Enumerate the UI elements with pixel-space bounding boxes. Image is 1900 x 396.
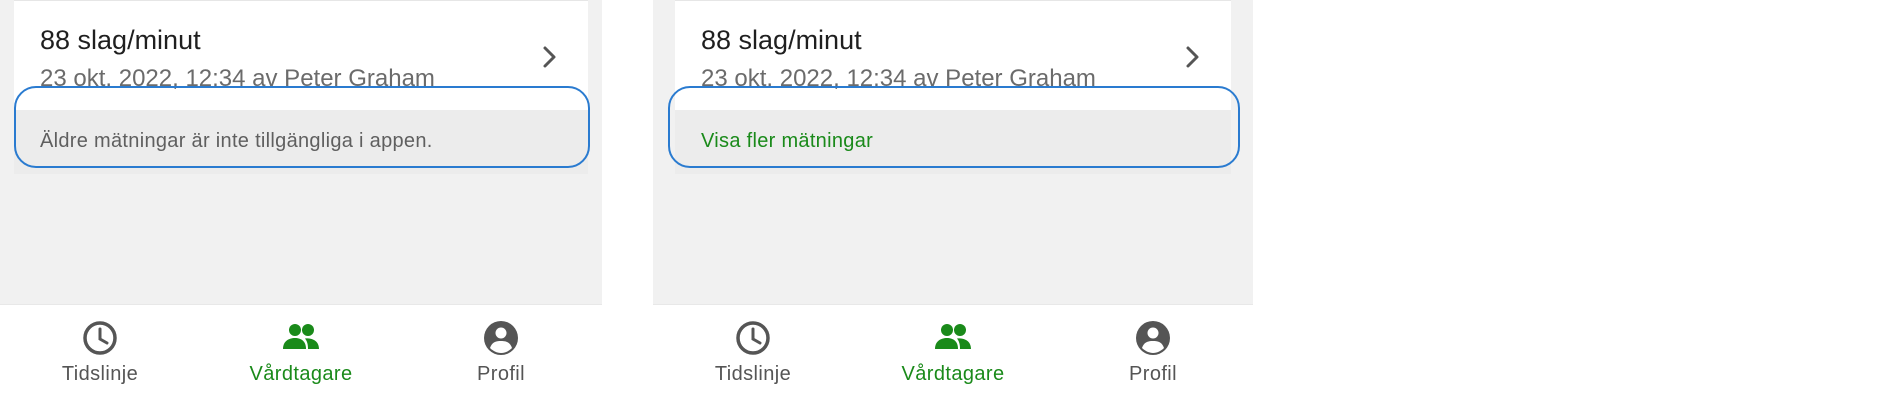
clock-icon — [83, 321, 117, 355]
account-circle-icon — [484, 321, 518, 355]
nav-item-timeline[interactable]: Tidslinje — [653, 319, 853, 386]
comparison-canvas: 88 slag/minut 23 okt. 2022, 12:34 av Pet… — [0, 0, 1900, 396]
people-icon — [935, 324, 971, 349]
bottom-navigation: Tidslinje Vårdtagare Profil — [653, 304, 1253, 396]
notice-text: Äldre mätningar är inte tillgängliga i a… — [40, 130, 433, 152]
measurement-meta: 23 okt. 2022, 12:34 av Peter Graham — [40, 65, 435, 92]
nav-label-profile: Profil — [477, 363, 525, 385]
nav-label-timeline: Tidslinje — [714, 363, 792, 385]
nav-item-caretakers[interactable]: Vårdtagare — [201, 319, 401, 386]
show-more-link[interactable]: Visa fler mätningar — [701, 130, 873, 153]
chevron-right-icon — [1186, 46, 1199, 68]
account-circle-icon — [1136, 321, 1170, 355]
measurement-value: 88 slag/minut — [701, 25, 862, 55]
nav-label-caretakers: Vårdtagare — [901, 363, 1005, 385]
people-icon — [283, 324, 319, 349]
clock-icon — [736, 321, 770, 355]
nav-item-profile[interactable]: Profil — [401, 319, 601, 386]
older-measurements-notice: Äldre mätningar är inte tillgängliga i a… — [14, 110, 588, 174]
measurement-meta: 23 okt. 2022, 12:34 av Peter Graham — [701, 65, 1096, 92]
nav-label-timeline: Tidslinje — [61, 363, 139, 385]
chevron-right-icon — [543, 46, 556, 68]
measurement-row[interactable]: 88 slag/minut 23 okt. 2022, 12:34 av Pet… — [675, 0, 1231, 111]
show-more-row[interactable]: Visa fler mätningar — [675, 110, 1231, 174]
nav-item-caretakers[interactable]: Vårdtagare — [853, 319, 1053, 386]
measurement-value: 88 slag/minut — [40, 25, 201, 55]
screen-before: 88 slag/minut 23 okt. 2022, 12:34 av Pet… — [0, 0, 602, 396]
screen-after: 88 slag/minut 23 okt. 2022, 12:34 av Pet… — [653, 0, 1253, 396]
nav-item-profile[interactable]: Profil — [1053, 319, 1253, 386]
bottom-navigation: Tidslinje Vårdtagare Profil — [0, 304, 602, 396]
nav-label-caretakers: Vårdtagare — [249, 363, 353, 385]
nav-label-profile: Profil — [1129, 363, 1177, 385]
measurement-row[interactable]: 88 slag/minut 23 okt. 2022, 12:34 av Pet… — [14, 0, 588, 111]
nav-item-timeline[interactable]: Tidslinje — [0, 319, 200, 386]
